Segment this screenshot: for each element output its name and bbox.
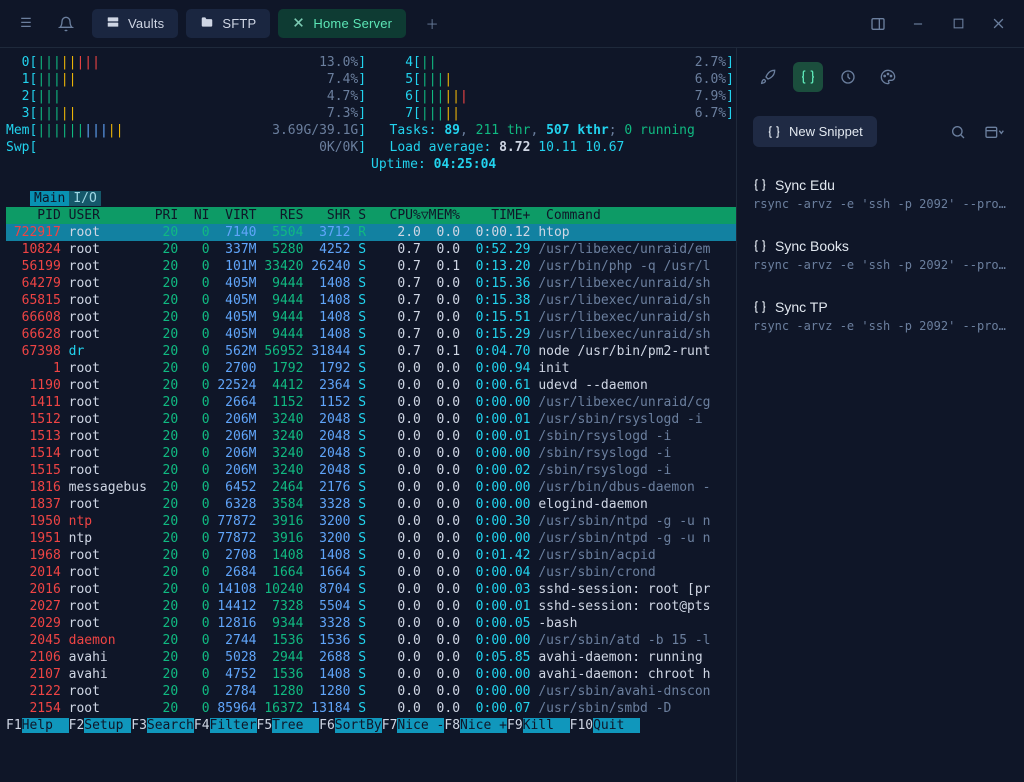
snippet-title: Sync Edu xyxy=(775,177,835,193)
process-row[interactable]: 2154 root 20 0 85964 16372 13184 S 0.0 0… xyxy=(6,700,736,717)
column-headers[interactable]: PID USER PRI NI VIRT RES SHR S CPU%▽MEM%… xyxy=(6,207,736,224)
process-row[interactable]: 66608 root 20 0 405M 9444 1408 S 0.7 0.0… xyxy=(6,309,736,326)
process-row[interactable]: 65815 root 20 0 405M 9444 1408 S 0.7 0.0… xyxy=(6,292,736,309)
snippet-preview: rsync -arvz -e 'ssh -p 2092' --pro… xyxy=(753,197,1008,211)
process-row[interactable]: 722917 root 20 0 7140 5504 3712 R 2.0 0.… xyxy=(6,224,736,241)
new-tab-icon[interactable]: ＋ xyxy=(418,10,446,38)
close-window-icon[interactable] xyxy=(984,10,1012,38)
process-row[interactable]: 2107 avahi 20 0 4752 1536 1408 S 0.0 0.0… xyxy=(6,666,736,683)
process-row[interactable]: 2014 root 20 0 2684 1664 1664 S 0.0 0.0 … xyxy=(6,564,736,581)
hamburger-icon[interactable]: ☰ xyxy=(12,10,40,38)
process-row[interactable]: 66628 root 20 0 405M 9444 1408 S 0.7 0.0… xyxy=(6,326,736,343)
close-icon xyxy=(292,16,305,32)
braces-icon[interactable] xyxy=(793,62,823,92)
process-row[interactable]: 2027 root 20 0 14412 7328 5504 S 0.0 0.0… xyxy=(6,598,736,615)
process-row[interactable]: 1411 root 20 0 2664 1152 1152 S 0.0 0.0 … xyxy=(6,394,736,411)
snippet-preview: rsync -arvz -e 'ssh -p 2092' --pro… xyxy=(753,258,1008,272)
process-row[interactable]: 2016 root 20 0 14108 10240 8704 S 0.0 0.… xyxy=(6,581,736,598)
braces-icon xyxy=(753,239,767,253)
process-row[interactable]: 64279 root 20 0 405M 9444 1408 S 0.7 0.0… xyxy=(6,275,736,292)
process-row[interactable]: 1837 root 20 0 6328 3584 3328 S 0.0 0.0 … xyxy=(6,496,736,513)
process-row[interactable]: 1514 root 20 0 206M 3240 2048 S 0.0 0.0 … xyxy=(6,445,736,462)
new-snippet-button[interactable]: New Snippet xyxy=(753,116,877,147)
terminal-output[interactable]: 0[|||||||| 13.0%] 4[|| 2.7%] 1[||||| 7.4… xyxy=(0,48,736,782)
process-row[interactable]: 2029 root 20 0 12816 9344 3328 S 0.0 0.0… xyxy=(6,615,736,632)
process-row[interactable]: 1513 root 20 0 206M 3240 2048 S 0.0 0.0 … xyxy=(6,428,736,445)
history-icon[interactable] xyxy=(833,62,863,92)
subtab-io[interactable]: I/O xyxy=(69,191,100,206)
panel-toggle-icon[interactable] xyxy=(864,10,892,38)
rocket-icon[interactable] xyxy=(753,62,783,92)
process-row[interactable]: 1951 ntp 20 0 77872 3916 3200 S 0.0 0.0 … xyxy=(6,530,736,547)
function-key-bar[interactable]: F1Help F2Setup F3SearchF4FilterF5Tree F6… xyxy=(6,717,736,734)
process-row[interactable]: 1950 ntp 20 0 77872 3916 3200 S 0.0 0.0 … xyxy=(6,513,736,530)
process-row[interactable]: 67398 dr 20 0 562M 56952 31844 S 0.7 0.1… xyxy=(6,343,736,360)
minimize-icon[interactable] xyxy=(904,10,932,38)
calendar-dropdown-icon[interactable] xyxy=(980,118,1008,146)
snippet-title: Sync TP xyxy=(775,299,828,315)
snippet-title: Sync Books xyxy=(775,238,849,254)
braces-icon xyxy=(753,300,767,314)
snippet-item[interactable]: Sync TP rsync -arvz -e 'ssh -p 2092' --pr… xyxy=(753,287,1008,348)
process-row[interactable]: 1190 root 20 0 22524 4412 2364 S 0.0 0.0… xyxy=(6,377,736,394)
maximize-icon[interactable] xyxy=(944,10,972,38)
process-row[interactable]: 1968 root 20 0 2708 1408 1408 S 0.0 0.0 … xyxy=(6,547,736,564)
process-row[interactable]: 2106 avahi 20 0 5028 2944 2688 S 0.0 0.0… xyxy=(6,649,736,666)
snippet-item[interactable]: Sync Edu rsync -arvz -e 'ssh -p 2092' --p… xyxy=(753,165,1008,226)
tab-sftp[interactable]: SFTP xyxy=(186,9,270,38)
snippet-item[interactable]: Sync Books rsync -arvz -e 'ssh -p 2092' -… xyxy=(753,226,1008,287)
process-row[interactable]: 2122 root 20 0 2784 1280 1280 S 0.0 0.0 … xyxy=(6,683,736,700)
snippet-preview: rsync -arvz -e 'ssh -p 2092' --pro… xyxy=(753,319,1008,333)
palette-icon[interactable] xyxy=(873,62,903,92)
process-row[interactable]: 10824 root 20 0 337M 5280 4252 S 0.7 0.0… xyxy=(6,241,736,258)
process-row[interactable]: 1 root 20 0 2700 1792 1792 S 0.0 0.0 0:0… xyxy=(6,360,736,377)
process-row[interactable]: 2045 daemon 20 0 2744 1536 1536 S 0.0 0.… xyxy=(6,632,736,649)
process-row[interactable]: 1515 root 20 0 206M 3240 2048 S 0.0 0.0 … xyxy=(6,462,736,479)
process-row[interactable]: 1512 root 20 0 206M 3240 2048 S 0.0 0.0 … xyxy=(6,411,736,428)
subtab-main[interactable]: Main xyxy=(30,191,69,206)
braces-icon xyxy=(753,178,767,192)
folder-icon xyxy=(200,15,214,32)
search-icon[interactable] xyxy=(944,118,972,146)
tab-home-server[interactable]: Home Server xyxy=(278,9,406,38)
bell-icon[interactable] xyxy=(52,10,80,38)
process-row[interactable]: 1816 messagebus 20 0 6452 2464 2176 S 0.… xyxy=(6,479,736,496)
process-row[interactable]: 56199 root 20 0 101M 33420 26240 S 0.7 0… xyxy=(6,258,736,275)
server-icon xyxy=(106,15,120,32)
tab-vaults[interactable]: Vaults xyxy=(92,9,178,38)
